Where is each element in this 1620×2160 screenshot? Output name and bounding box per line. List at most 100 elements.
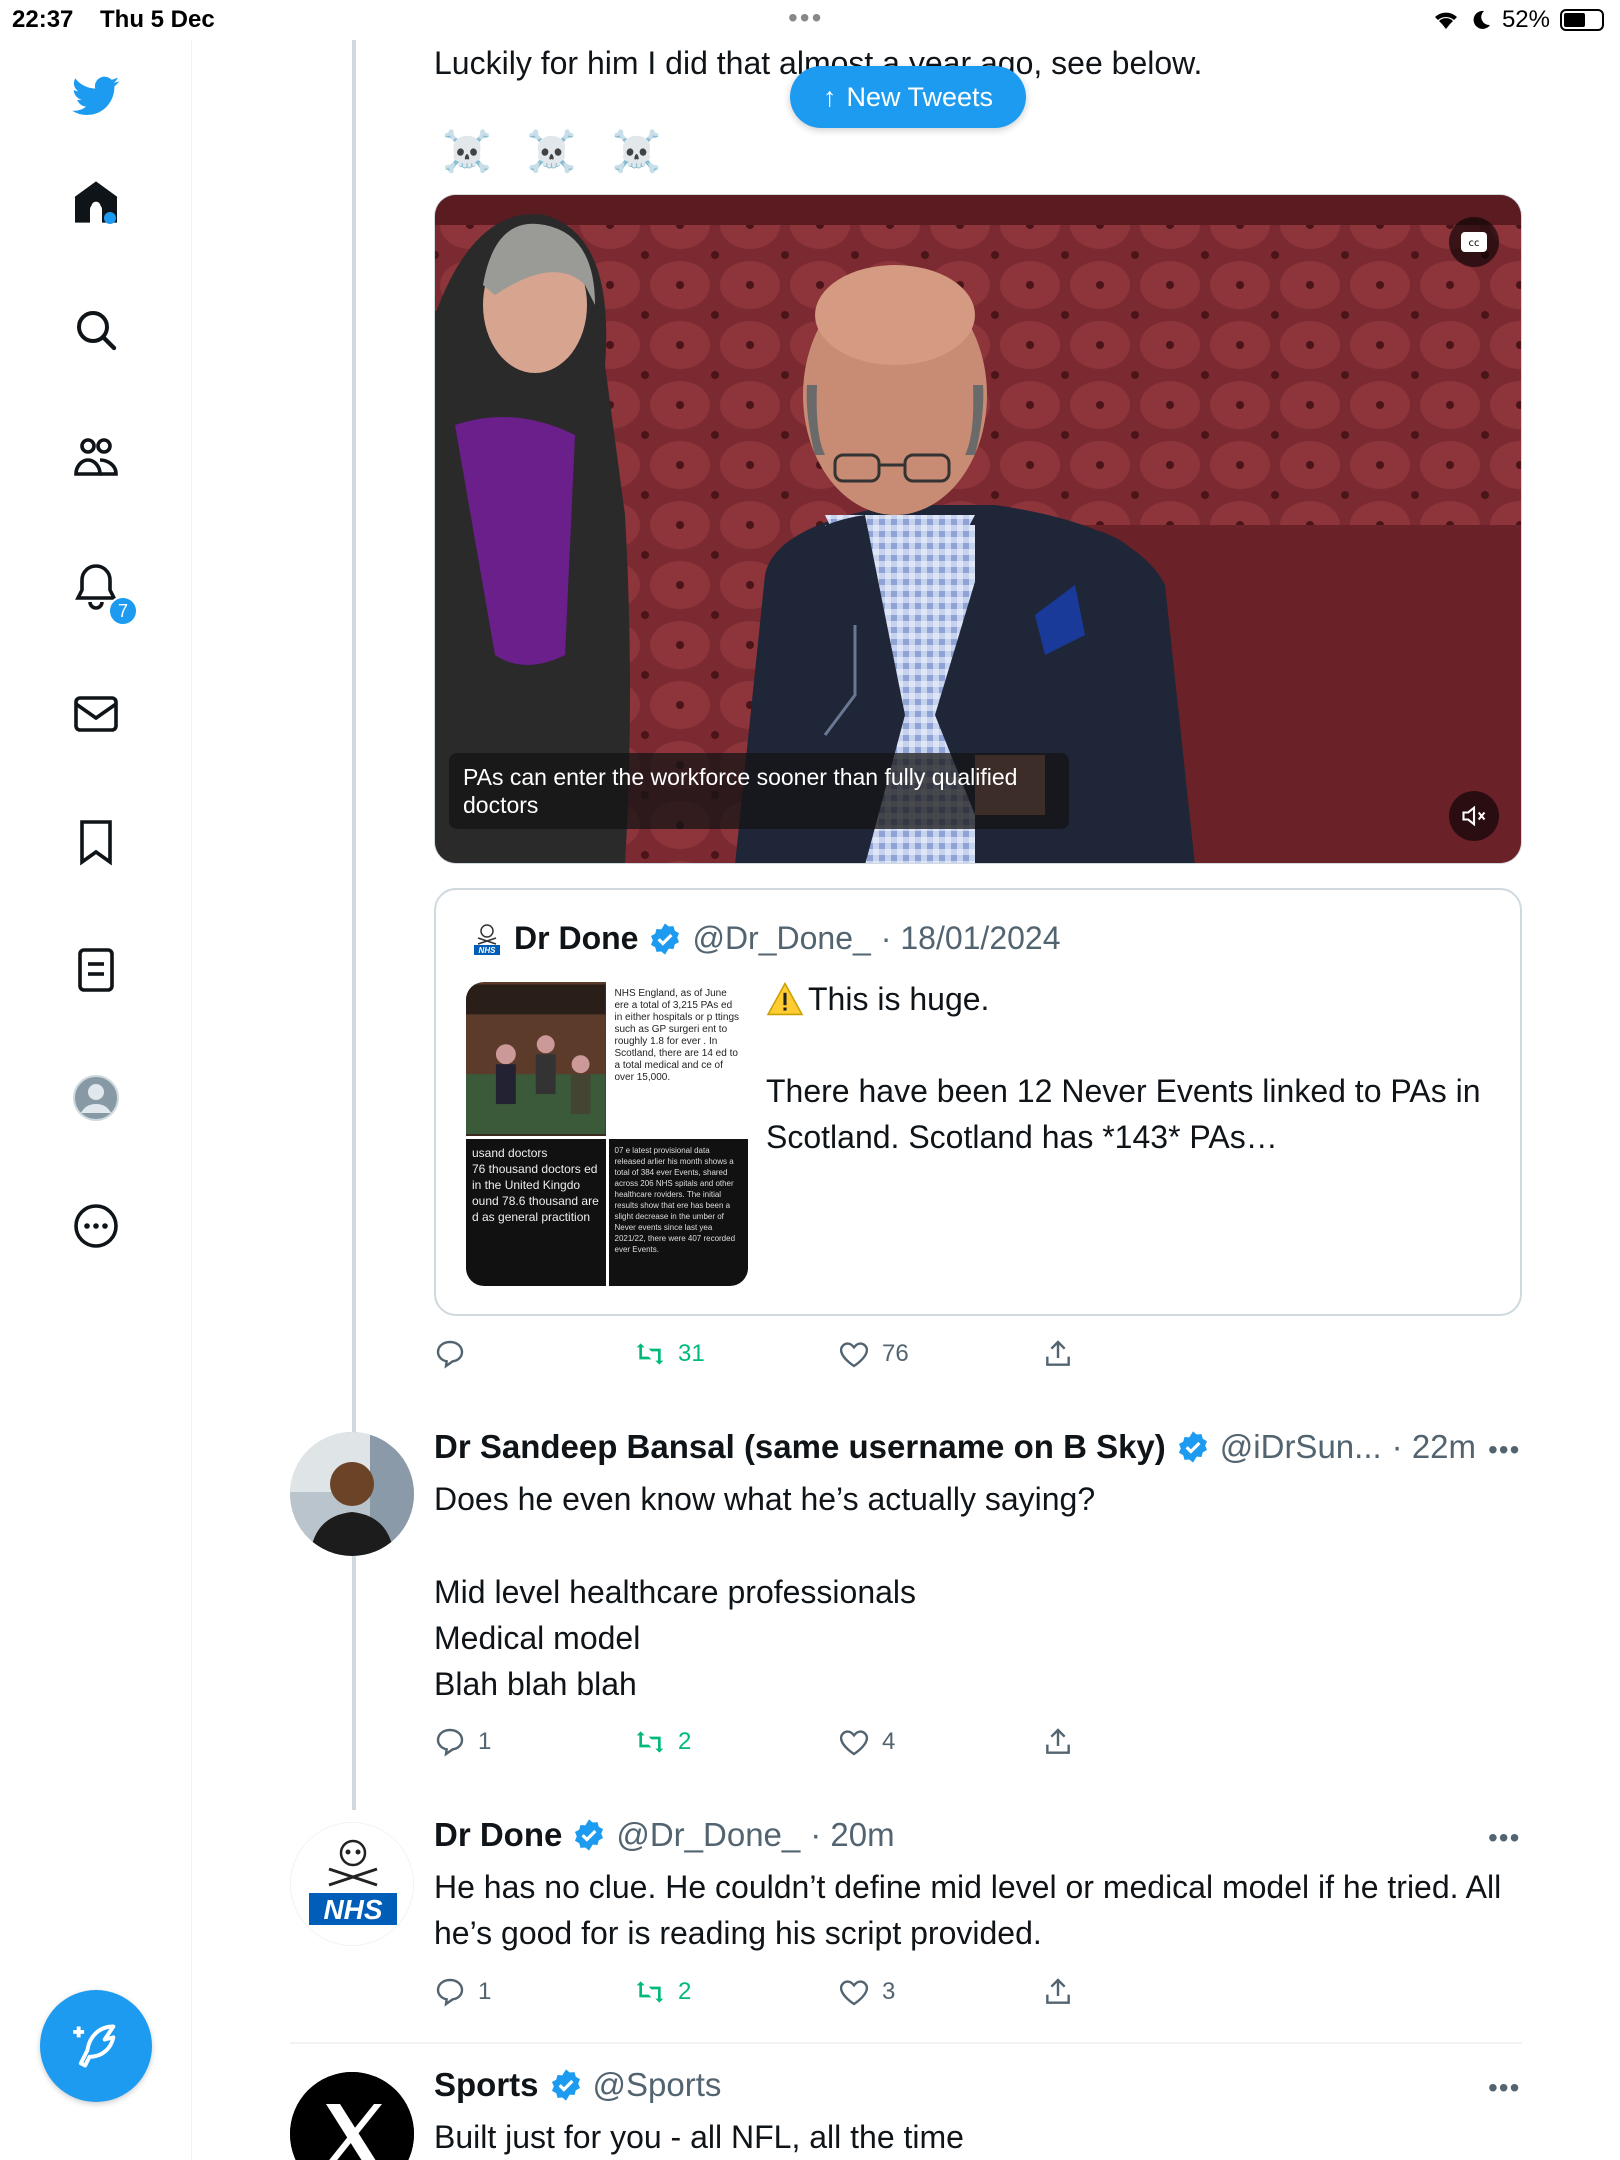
reply-icon: [436, 1340, 464, 1369]
status-bar: 22:37 Thu 5 Dec ••• 52%: [0, 0, 1620, 40]
author-handle[interactable]: @Sports: [593, 2066, 722, 2104]
share-button[interactable]: [1042, 1726, 1074, 1758]
author-handle[interactable]: @Dr_Done_: [616, 1816, 800, 1854]
author-handle[interactable]: @iDrSun...: [1220, 1428, 1382, 1466]
battery-icon: [1560, 9, 1604, 31]
avatar[interactable]: [290, 2072, 414, 2160]
new-tweets-button[interactable]: ↑ New Tweets: [790, 66, 1026, 128]
heart-icon: [839, 1730, 869, 1756]
reply2-text: He has no clue. He couldn’t define mid l…: [434, 1869, 1502, 1951]
like-button[interactable]: 3: [838, 1976, 895, 2008]
verified-badge-icon: [651, 922, 680, 955]
avatar[interactable]: [290, 1432, 414, 1556]
like-count: 3: [882, 1978, 896, 2005]
share-icon: [1046, 1978, 1070, 2004]
bookmark-icon[interactable]: [66, 812, 126, 872]
communities-icon[interactable]: [66, 428, 126, 488]
multitasking-dots-icon[interactable]: •••: [788, 2, 823, 34]
image-tile-text-1: NHS England, as of June ere a total of 3…: [608, 982, 748, 1137]
battery-percent: 52%: [1501, 6, 1550, 33]
reply2-header: Dr Done @Dr_Done_ · 20m: [434, 1816, 895, 1854]
promo-header: Sports @Sports: [434, 2066, 721, 2104]
reply-count: 1: [478, 1978, 492, 2005]
retweet-button[interactable]: 2: [634, 1726, 691, 1758]
like-count: 4: [882, 1728, 896, 1755]
quoted-author-name[interactable]: Dr Done: [514, 920, 638, 957]
retweet-count: 31: [678, 1340, 705, 1367]
svg-text:cc: cc: [1469, 238, 1480, 249]
quoted-tweet-line1: This is huge.: [808, 981, 990, 1017]
tweet-divider: [290, 2042, 1522, 2044]
more-options-icon[interactable]: •••: [1488, 2072, 1520, 2104]
more-circle-icon[interactable]: [66, 1196, 126, 1256]
search-icon[interactable]: [66, 300, 126, 360]
reply-icon: [436, 1728, 464, 1757]
retweet-count: 2: [678, 1728, 692, 1755]
quoted-tweet-card[interactable]: NHS Dr Done @Dr_Done_ · 18/01/2024 NHS E…: [434, 888, 1522, 1316]
reply-icon: [436, 1978, 464, 2007]
quoted-tweet-line2: There have been 12 Never Events linked t…: [766, 1073, 1481, 1155]
reply-button[interactable]: 1: [434, 1976, 491, 2008]
retweet-icon: [636, 1731, 664, 1753]
retweet-button[interactable]: 31: [634, 1338, 705, 1370]
like-button[interactable]: 76: [838, 1338, 909, 1370]
author-name[interactable]: Sports: [434, 2066, 539, 2104]
quoted-tweet-images[interactable]: NHS England, as of June ere a total of 3…: [466, 982, 748, 1286]
promo-text: Built just for you - all NFL, all the ti…: [434, 2119, 964, 2155]
author-name[interactable]: Dr Sandeep Bansal (same username on B Sk…: [434, 1428, 1166, 1466]
wifi-icon: [1434, 12, 1457, 29]
moon-icon: [1473, 10, 1490, 29]
share-button[interactable]: [1042, 1976, 1074, 2008]
like-button[interactable]: 4: [838, 1726, 895, 1758]
home-icon[interactable]: [66, 172, 126, 232]
author-name[interactable]: Dr Done: [434, 1816, 562, 1854]
closed-captions-button[interactable]: cc: [1449, 217, 1499, 267]
notifications-count-badge: 7: [108, 596, 138, 626]
nhs-avatar-text: NHS: [323, 1894, 382, 1925]
svg-text:NHS: NHS: [479, 946, 497, 955]
home-unread-dot: [104, 212, 116, 224]
share-button[interactable]: [1042, 1338, 1074, 1370]
image-tile-chamber: [466, 982, 606, 1137]
retweet-icon: [636, 1343, 664, 1365]
compose-tweet-button[interactable]: [40, 1990, 152, 2102]
lists-icon[interactable]: [66, 940, 126, 1000]
more-options-icon[interactable]: •••: [1488, 1434, 1520, 1466]
tweet-video[interactable]: cc PAs can enter the workforce sooner th…: [434, 194, 1522, 864]
tweet-time[interactable]: · 20m: [810, 1816, 894, 1854]
reply1-line3: Medical model: [434, 1620, 641, 1656]
status-right: 52%: [1432, 6, 1604, 34]
speaker-muted-icon: [1462, 805, 1486, 827]
like-count: 76: [882, 1340, 909, 1367]
nhs-skull-avatar-icon: NHS: [474, 923, 500, 955]
tweet-time[interactable]: · 22m: [1392, 1428, 1476, 1466]
verified-badge-icon: [575, 1819, 604, 1851]
quoted-tweet-date: · 18/01/2024: [880, 920, 1061, 956]
more-options-icon[interactable]: •••: [1488, 1822, 1520, 1854]
avatar[interactable]: NHS: [290, 1822, 414, 1946]
reply1-line1: Does he even know what he’s actually say…: [434, 1481, 1096, 1517]
reply-button[interactable]: 1: [434, 1726, 491, 1758]
messages-envelope-icon[interactable]: [66, 684, 126, 744]
share-icon: [1046, 1728, 1070, 1754]
sidebar-nav: 7: [0, 40, 192, 2160]
twitter-logo-icon[interactable]: [66, 66, 126, 126]
quoted-tweet-header: NHS Dr Done @Dr_Done_ · 18/01/2024: [470, 920, 1061, 957]
reply1-line4: Blah blah blah: [434, 1666, 637, 1702]
reply-button[interactable]: [434, 1338, 478, 1370]
profile-avatar-icon[interactable]: [66, 1068, 126, 1128]
share-icon: [1046, 1340, 1070, 1366]
heart-icon: [839, 1342, 869, 1368]
verified-badge-icon: [1178, 1431, 1207, 1463]
image-tile-text-2: usand doctors 76 thousand doctors ed in …: [466, 1139, 606, 1286]
reply-count: 1: [478, 1728, 492, 1755]
video-caption: PAs can enter the workforce sooner than …: [449, 753, 1069, 829]
status-date: Thu 5 Dec: [100, 6, 215, 33]
mute-button[interactable]: [1449, 791, 1499, 841]
reply1-line2: Mid level healthcare professionals: [434, 1574, 917, 1610]
warning-icon: [766, 982, 804, 1016]
skull-emojis: ☠️ ☠️ ☠️: [442, 130, 674, 174]
quoted-author-handle[interactable]: @Dr_Done_: [692, 920, 870, 957]
quoted-tweet-text: This is huge. There have been 12 Never E…: [766, 976, 1506, 1160]
retweet-button[interactable]: 2: [634, 1976, 691, 2008]
